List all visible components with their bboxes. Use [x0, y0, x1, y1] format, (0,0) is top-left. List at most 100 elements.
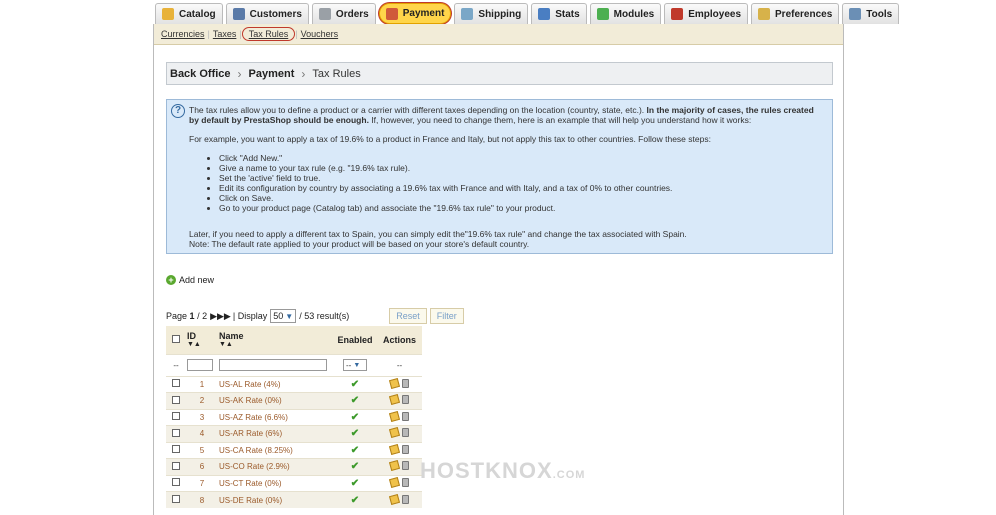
- enabled-check-icon[interactable]: ✔: [351, 495, 359, 506]
- delete-icon[interactable]: [402, 395, 409, 405]
- enabled-filter-select[interactable]: -- ▼: [343, 359, 367, 371]
- column-header-id: ID: [187, 331, 196, 342]
- enabled-check-icon[interactable]: ✔: [351, 379, 359, 390]
- id-filter-input[interactable]: [187, 359, 213, 371]
- breadcrumb-back-office[interactable]: Back Office: [170, 68, 231, 80]
- row-id[interactable]: 1: [186, 375, 218, 393]
- row-id[interactable]: 7: [186, 474, 218, 492]
- sort-icon[interactable]: ▼▲: [219, 341, 332, 348]
- delete-icon[interactable]: [402, 494, 409, 504]
- row-id[interactable]: 5: [186, 441, 218, 459]
- row-id[interactable]: 8: [186, 491, 218, 508]
- breadcrumb-current: Tax Rules: [312, 67, 361, 80]
- breadcrumb-payment[interactable]: Payment: [249, 68, 295, 80]
- row-checkbox[interactable]: [172, 445, 180, 454]
- table-row[interactable]: 7 US-CT Rate (0%) ✔: [166, 474, 422, 492]
- add-new-label: Add new: [179, 275, 215, 285]
- enabled-check-icon[interactable]: ✔: [351, 428, 359, 439]
- edit-icon[interactable]: [388, 476, 401, 488]
- column-header-name: Name: [219, 331, 244, 342]
- row-name[interactable]: US-AL Rate (4%): [218, 375, 333, 393]
- tab-preferences[interactable]: Preferences: [751, 3, 840, 24]
- row-name[interactable]: US-CT Rate (0%): [218, 474, 333, 492]
- edit-icon[interactable]: [388, 443, 401, 455]
- delete-icon[interactable]: [402, 444, 409, 454]
- row-name[interactable]: US-CA Rate (8.25%): [218, 441, 333, 459]
- help-box: ? The tax rules allow you to define a pr…: [166, 99, 833, 254]
- row-id[interactable]: 3: [186, 408, 218, 426]
- subnav-tax-rules[interactable]: Tax Rules: [241, 27, 296, 41]
- tab-shipping[interactable]: Shipping: [454, 3, 529, 24]
- name-filter-input[interactable]: [219, 359, 327, 371]
- subnav-taxes[interactable]: Taxes: [210, 29, 240, 39]
- shipping-icon: [461, 8, 474, 20]
- enabled-check-icon[interactable]: ✔: [351, 461, 359, 472]
- tab-stats[interactable]: Stats: [531, 3, 587, 24]
- edit-icon[interactable]: [388, 377, 401, 389]
- edit-icon[interactable]: [388, 410, 401, 422]
- table-row[interactable]: 1 US-AL Rate (4%) ✔: [166, 375, 422, 393]
- delete-icon[interactable]: [402, 378, 409, 388]
- row-checkbox[interactable]: [172, 495, 180, 503]
- tab-employees[interactable]: Employees: [664, 3, 749, 24]
- subnav-vouchers[interactable]: Vouchers: [298, 29, 342, 39]
- help-intro-tail: If, however, you need to change them, he…: [371, 115, 752, 125]
- row-name[interactable]: US-CO Rate (2.9%): [218, 458, 333, 475]
- row-name[interactable]: US-AZ Rate (6.6%): [218, 408, 333, 426]
- delete-icon[interactable]: [402, 461, 409, 471]
- tab-modules[interactable]: Modules: [589, 3, 662, 24]
- row-checkbox[interactable]: [172, 379, 180, 388]
- row-checkbox[interactable]: [172, 461, 180, 470]
- filter-button[interactable]: Filter: [429, 308, 464, 324]
- enabled-check-icon[interactable]: ✔: [351, 478, 359, 489]
- row-checkbox[interactable]: [172, 412, 180, 421]
- help-step: Edit its configuration by country by ass…: [219, 183, 824, 193]
- chevron-down-icon: ▼: [285, 311, 294, 321]
- last-page-icon[interactable]: ▶▶: [217, 311, 231, 322]
- add-new-link[interactable]: + Add new: [166, 275, 214, 285]
- enabled-check-icon[interactable]: ✔: [351, 445, 359, 456]
- edit-icon[interactable]: [388, 427, 401, 439]
- table-row[interactable]: 3 US-AZ Rate (6.6%) ✔: [166, 408, 422, 426]
- current-page: 1: [189, 311, 195, 321]
- tab-label: Modules: [613, 8, 655, 20]
- tab-customers[interactable]: Customers: [225, 3, 309, 24]
- row-checkbox[interactable]: [172, 478, 180, 487]
- tab-label: Employees: [688, 8, 742, 20]
- sort-icon[interactable]: ▼▲: [187, 341, 217, 348]
- tab-catalog[interactable]: Catalog: [155, 3, 223, 24]
- row-id[interactable]: 4: [186, 425, 218, 442]
- delete-icon[interactable]: [402, 428, 409, 438]
- tab-orders[interactable]: Orders: [311, 3, 376, 24]
- enabled-check-icon[interactable]: ✔: [351, 412, 359, 423]
- row-name[interactable]: US-DE Rate (0%): [218, 491, 333, 508]
- edit-icon[interactable]: [388, 460, 401, 472]
- table-row[interactable]: 2 US-AK Rate (0%) ✔: [166, 392, 422, 409]
- table-row[interactable]: 8 US-DE Rate (0%) ✔: [166, 491, 422, 508]
- table-row[interactable]: 4 US-AR Rate (6%) ✔: [166, 425, 422, 442]
- row-id[interactable]: 2: [186, 392, 218, 409]
- subnav-currencies[interactable]: Currencies: [158, 29, 208, 39]
- select-all-checkbox[interactable]: [172, 334, 180, 343]
- edit-icon[interactable]: [388, 394, 401, 406]
- tab-tools[interactable]: Tools: [842, 3, 900, 24]
- main-tabs: Catalog Customers Orders Payment Shipping Sta…: [155, 3, 902, 24]
- reset-button[interactable]: Reset: [389, 308, 427, 324]
- tab-payment[interactable]: Payment: [378, 3, 452, 24]
- row-checkbox[interactable]: [172, 395, 180, 404]
- row-id[interactable]: 6: [186, 458, 218, 475]
- next-page-icon[interactable]: ▶: [210, 311, 217, 322]
- page-label: Page: [166, 311, 188, 321]
- row-checkbox[interactable]: [172, 428, 180, 437]
- catalog-icon: [162, 8, 174, 20]
- table-row[interactable]: 6 US-CO Rate (2.9%) ✔: [166, 458, 422, 475]
- table-row[interactable]: 5 US-CA Rate (8.25%) ✔: [166, 441, 422, 459]
- help-note: Note: The default rate applied to your p…: [189, 239, 530, 249]
- enabled-check-icon[interactable]: ✔: [351, 395, 359, 406]
- per-page-select[interactable]: 50 ▼: [270, 309, 297, 323]
- delete-icon[interactable]: [402, 411, 409, 421]
- edit-icon[interactable]: [388, 493, 401, 505]
- row-name[interactable]: US-AK Rate (0%): [218, 392, 333, 409]
- row-name[interactable]: US-AR Rate (6%): [218, 425, 333, 442]
- delete-icon[interactable]: [402, 477, 409, 487]
